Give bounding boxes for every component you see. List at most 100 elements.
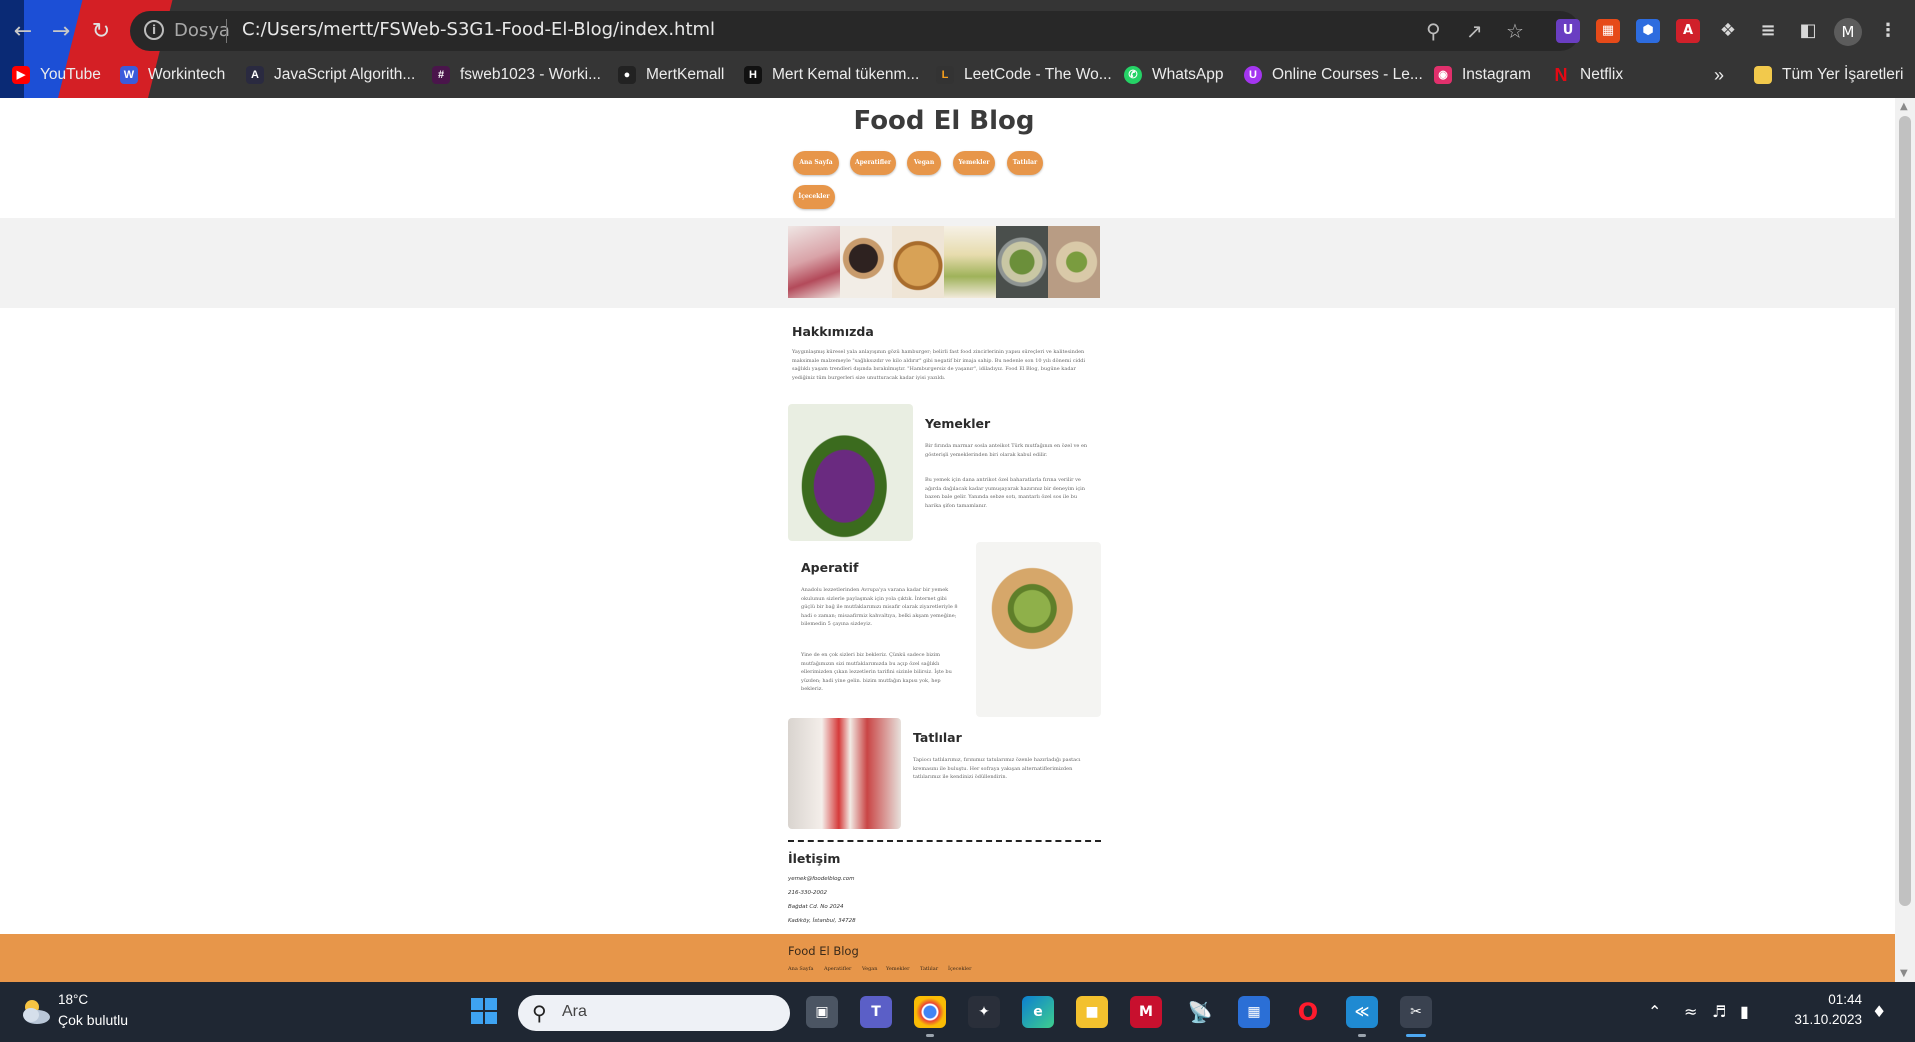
bookmark-leetcode[interactable]: L LeetCode - The Wo... [936,62,1112,88]
bookmarks-overflow-button[interactable]: » [1714,62,1724,88]
clock-date[interactable]: 31.10.2023 [1788,1012,1862,1027]
bookmark-udemy[interactable]: U Online Courses - Le... [1244,62,1423,88]
udemy-icon: U [1244,66,1262,84]
bookmark-star-icon[interactable]: ☆ [1506,19,1524,43]
bookmark-slack[interactable]: # fsweb1023 - Worki... [432,62,601,88]
chrome-icon[interactable] [914,996,946,1028]
opera-icon[interactable]: O [1292,996,1324,1028]
nav-ana-sayfa[interactable]: Ana Sayfa [793,151,839,175]
extensions-puzzle-icon[interactable]: ❖ [1716,19,1740,43]
profile-avatar[interactable]: M [1834,18,1862,46]
bookmark-instagram[interactable]: ◉ Instagram [1434,62,1531,88]
address-bar[interactable]: i Dosya C:/Users/mertt/FSWeb-S3G1-Food-E… [130,11,1580,51]
site-info-icon[interactable]: i [144,20,164,40]
tatlilar-photo [788,718,901,829]
notification-bell-icon[interactable]: ♦ [1872,1002,1886,1021]
aperatif-text-2: Yine de en çok sizleri biz bekleriz. Çün… [801,652,952,693]
tatlilar-text: Tapiocı tatlılarımız, fırınımız tatuları… [913,757,1081,781]
share-icon[interactable]: ↗ [1466,19,1483,43]
yemekler-text-1: Bir fırında marmar sosla anteikot Türk m… [925,443,1088,458]
taskbar-search[interactable]: ⚲ Ara [518,995,790,1031]
wifi-icon[interactable]: ≈ [1684,1002,1697,1021]
tray-chevron-up-icon[interactable]: ⌃ [1648,1002,1661,1021]
volume-icon[interactable]: ♬ [1712,1002,1726,1021]
microsoft-store-icon[interactable]: ▦ [1238,996,1270,1028]
site-footer: Food El Blog Ana Sayfa Aperatifler Vegan… [0,934,1895,982]
bookmarks-bar: ▶ YouTube W Workintech A JavaScript Algorit… [0,60,1915,92]
scroll-up-icon[interactable]: ▲ [1900,101,1908,112]
footer-link-yemekler[interactable]: Yemekler [886,966,910,972]
food-thumb-3 [892,226,944,298]
search-placeholder: Ara [562,1003,587,1020]
clock-time[interactable]: 01:44 [1820,992,1862,1007]
start-windows-icon[interactable] [468,996,500,1028]
footer-link-vegan[interactable]: Vegan [862,966,878,972]
scroll-down-icon[interactable]: ▼ [1900,968,1908,979]
page-scrollbar[interactable]: ▲ ▼ [1895,98,1915,982]
footer-link-aperatifler[interactable]: Aperatifler [824,966,851,972]
site-title: Food El Blog [853,106,1035,136]
zoom-icon[interactable]: ⚲ [1426,19,1441,43]
footer-title: Food El Blog [788,944,859,958]
edge-icon[interactable]: e [1022,996,1054,1028]
url-text[interactable]: C:/Users/mertt/FSWeb-S3G1-Food-El-Blog/i… [242,19,715,40]
extension-grid-icon[interactable]: ▦ [1596,19,1620,43]
github-icon: ● [618,66,636,84]
nav-yemekler[interactable]: Yemekler [953,151,995,175]
bookmark-workintech[interactable]: W Workintech [120,62,225,88]
contact-email[interactable]: yemek@foodelblog.com [788,876,855,882]
bookmark-netflix[interactable]: N Netflix [1552,62,1624,88]
mcafee-icon[interactable]: M [1130,996,1162,1028]
windows-taskbar: 18°C Çok bulutlu ⚲ Ara ▣ T ✦ e ■ M 📡 ▦ O… [0,982,1915,1042]
task-view-icon[interactable]: ▣ [806,996,838,1028]
battery-icon[interactable]: ▮ [1740,1002,1749,1021]
nav-vegan[interactable]: Vegan [907,151,941,175]
extension-pdf-icon[interactable]: A [1676,19,1700,43]
slack-icon: # [432,66,450,84]
reload-icon[interactable]: ↻ [86,17,116,47]
satellite-app-icon[interactable]: 📡 [1184,996,1216,1028]
all-bookmarks-folder[interactable]: Tüm Yer İşaretleri [1754,62,1903,88]
bookmark-github[interactable]: ● MertKemall [618,62,724,88]
weather-temperature: 18°C [58,992,89,1007]
nav-tatlilar[interactable]: Tatlılar [1007,151,1043,175]
cloudy-weather-icon[interactable] [18,996,52,1026]
side-panel-icon[interactable]: ◧ [1796,19,1820,43]
image-strip [0,218,1895,308]
back-icon[interactable]: ← [8,17,38,47]
footer-link-tatlilar[interactable]: Tatlılar [920,966,938,972]
contact-heading: İletişim [788,851,841,866]
forward-icon[interactable]: → [46,17,76,47]
web-page: Food El Blog Ana Sayfa Aperatifler Vegan… [0,98,1895,982]
aperatif-heading: Aperatif [801,560,859,575]
menu-kebab-icon[interactable]: ⋮ [1876,19,1900,43]
file-explorer-icon[interactable]: ■ [1076,996,1108,1028]
contact-city: Kadıköy, İstanbul, 34728 [788,918,856,924]
netflix-icon: N [1554,65,1568,85]
food-thumb-5 [996,226,1048,298]
contact-street: Bağdat Cd. No 2024 [788,904,844,910]
reading-list-icon[interactable]: ≡ [1756,19,1780,43]
nav-aperatifler[interactable]: Aperatifler [850,151,896,175]
nav-icecekler[interactable]: İçecekler [793,185,835,209]
footer-link-icecekler[interactable]: İçecekler [948,966,971,972]
bookmark-freecodecamp[interactable]: A JavaScript Algorith... [246,62,415,88]
bookmark-whatsapp[interactable]: ✆ WhatsApp [1124,62,1224,88]
extension-u-icon[interactable]: U [1556,19,1580,43]
vscode-icon[interactable]: ≪ [1346,996,1378,1028]
folder-icon [1754,66,1772,84]
extension-hex-icon[interactable]: ⬢ [1636,19,1660,43]
toolbar: ← → ↻ i Dosya C:/Users/mertt/FSWeb-S3G1-… [0,7,1915,57]
bookmark-youtube[interactable]: ▶ YouTube [12,62,101,88]
snipping-tool-icon[interactable]: ✂ [1400,996,1432,1028]
footer-link-ana-sayfa[interactable]: Ana Sayfa [788,966,813,972]
acrobat-icon[interactable]: ✦ [968,996,1000,1028]
scrollbar-thumb[interactable] [1899,116,1911,906]
bookmark-hackerrank[interactable]: H Mert Kemal tükenm... [744,62,919,88]
freecodecamp-icon: A [246,66,264,84]
tatlilar-heading: Tatlılar [913,730,962,745]
teams-icon[interactable]: T [860,996,892,1028]
site-info-label: Dosya [174,20,230,41]
youtube-icon: ▶ [12,66,30,84]
aperatif-photo [976,542,1101,717]
